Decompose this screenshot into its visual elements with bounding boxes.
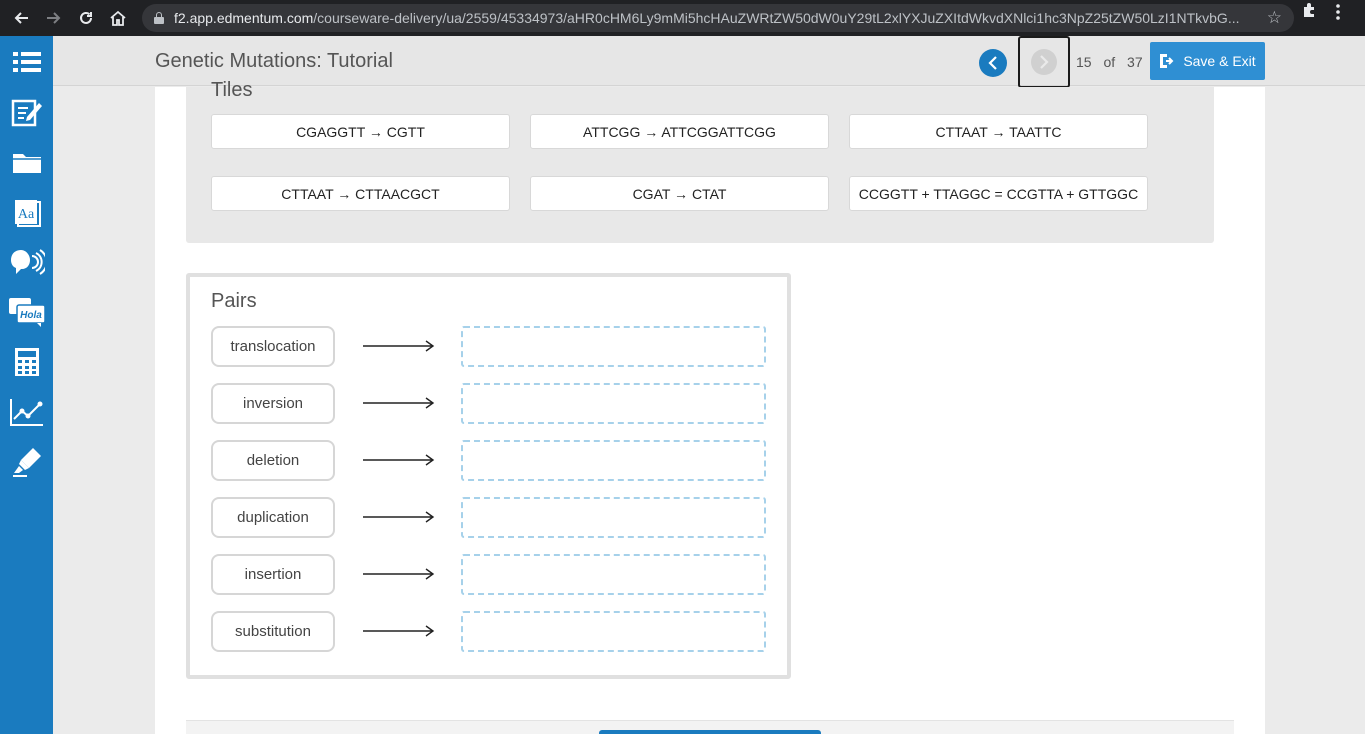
home-icon[interactable]: [102, 2, 134, 34]
reload-icon[interactable]: [70, 2, 102, 34]
svg-text:Hola: Hola: [20, 310, 42, 321]
back-arrow-icon[interactable]: [5, 2, 37, 34]
page-counter: 15 of 37: [1072, 54, 1147, 70]
forward-arrow-icon[interactable]: [38, 2, 70, 34]
menu-list-icon[interactable]: [0, 37, 53, 87]
pair-label-insertion: insertion: [211, 554, 335, 595]
folder-icon[interactable]: [0, 137, 53, 187]
right-arrow-icon: [363, 511, 435, 523]
right-arrow-icon: [363, 340, 435, 352]
pair-label-duplication: duplication: [211, 497, 335, 538]
right-arrow-icon: [363, 625, 435, 637]
browser-toolbar: f2.app.edmentum.com/courseware-delivery/…: [0, 0, 1365, 36]
page-title: Genetic Mutations: Tutorial: [155, 50, 393, 72]
tile[interactable]: CCGGTT + TTAGGC = CCGTTA + GTTGGC: [849, 176, 1148, 211]
drop-target-inversion[interactable]: [461, 383, 766, 424]
save-exit-label: Save & Exit: [1183, 53, 1256, 69]
right-arrow-icon: [363, 397, 435, 409]
chevron-right-icon: [1040, 55, 1049, 69]
pair-label-substitution: substitution: [211, 611, 335, 652]
tools-sidebar: Aa Hola: [0, 36, 53, 734]
extensions-icon[interactable]: [1300, 2, 1318, 25]
text-to-speech-icon[interactable]: [0, 237, 53, 287]
exit-door-icon: [1160, 54, 1174, 68]
current-page-number: 15: [1076, 54, 1092, 70]
calculator-icon[interactable]: [0, 337, 53, 387]
right-arrow-icon: [363, 454, 435, 466]
next-page-focus-ring[interactable]: [1018, 36, 1070, 88]
drop-target-deletion[interactable]: [461, 440, 766, 481]
notepad-pencil-icon[interactable]: [0, 87, 53, 137]
previous-page-button[interactable]: [979, 49, 1007, 77]
tile[interactable]: CTTAAT → TAATTC: [849, 114, 1148, 149]
url-text: f2.app.edmentum.com/courseware-delivery/…: [174, 10, 1240, 26]
lesson-content: Tiles CGAGGTT → CGTT ATTCGG → ATTCGGATTC…: [155, 79, 1265, 734]
address-bar[interactable]: f2.app.edmentum.com/courseware-delivery/…: [142, 4, 1294, 32]
tile[interactable]: ATTCGG → ATTCGGATTCGG: [530, 114, 829, 149]
total-pages-number: 37: [1127, 54, 1143, 70]
tile[interactable]: CGAGGTT → CGTT: [211, 114, 510, 149]
pairs-heading: Pairs: [211, 290, 257, 312]
svg-text:Aa: Aa: [17, 207, 34, 222]
tile[interactable]: CTTAAT → CTTAACGCT: [211, 176, 510, 211]
drop-target-insertion[interactable]: [461, 554, 766, 595]
lock-icon: [154, 12, 164, 24]
highlighter-icon[interactable]: [0, 437, 53, 487]
submit-button-partial[interactable]: [599, 730, 821, 734]
right-arrow-icon: [363, 568, 435, 580]
dictionary-icon[interactable]: Aa: [0, 187, 53, 237]
pair-label-inversion: inversion: [211, 383, 335, 424]
bookmark-star-icon[interactable]: ☆: [1267, 8, 1282, 28]
tile[interactable]: CGAT → CTAT: [530, 176, 829, 211]
graph-icon[interactable]: [0, 387, 53, 437]
translation-icon[interactable]: Hola: [0, 287, 53, 337]
drop-target-translocation[interactable]: [461, 326, 766, 367]
tiles-panel: Tiles CGAGGTT → CGTT ATTCGG → ATTCGGATTC…: [186, 79, 1214, 243]
tiles-heading: Tiles: [211, 79, 253, 101]
drop-target-substitution[interactable]: [461, 611, 766, 652]
drop-target-duplication[interactable]: [461, 497, 766, 538]
chevron-left-icon: [988, 56, 997, 70]
pair-label-translocation: translocation: [211, 326, 335, 367]
pair-label-deletion: deletion: [211, 440, 335, 481]
page-of-label: of: [1103, 54, 1116, 70]
browser-menu-icon[interactable]: [1336, 4, 1340, 25]
next-page-button[interactable]: [1031, 49, 1057, 75]
save-and-exit-button[interactable]: Save & Exit: [1150, 42, 1265, 80]
pairs-panel: Pairs translocation inversion deletion d…: [186, 273, 791, 679]
